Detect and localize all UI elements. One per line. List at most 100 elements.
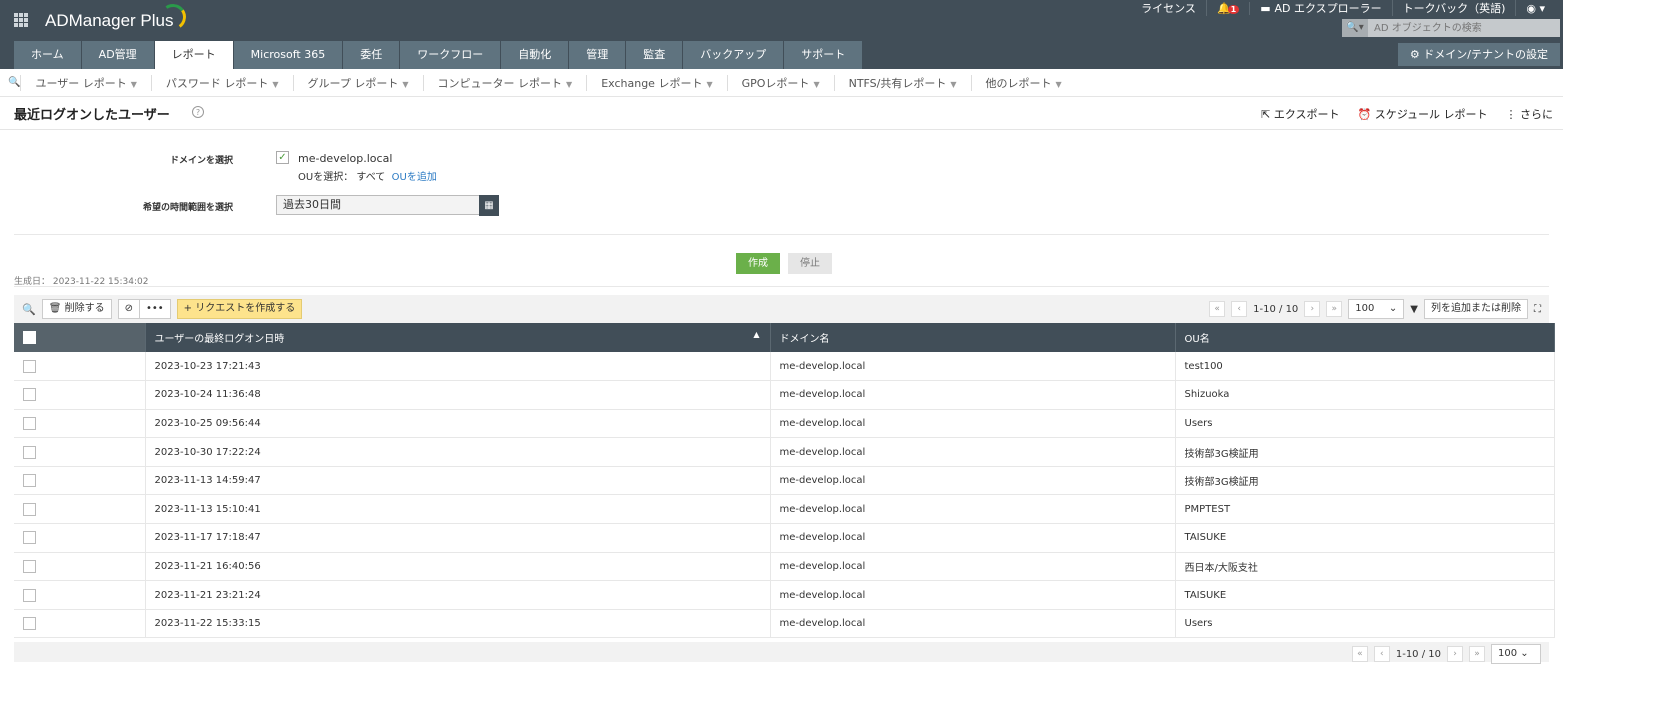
row-checkbox[interactable] bbox=[23, 531, 36, 545]
ad-explorer-label: AD エクスプローラー bbox=[1274, 2, 1382, 15]
row-checkbox[interactable] bbox=[23, 359, 36, 373]
table-cell: me-develop.local bbox=[770, 523, 1176, 553]
table-row[interactable]: 2023-11-21 23:21:24 me-develop.local TAISU… bbox=[14, 580, 1555, 610]
app-grid-icon[interactable] bbox=[14, 13, 28, 27]
last-page-button-bottom[interactable]: » bbox=[1469, 646, 1485, 663]
ad-explorer-link[interactable]: ▬ AD エクスプローラー bbox=[1250, 0, 1393, 16]
filter-icon[interactable]: ▼ bbox=[1410, 304, 1418, 315]
create-request-button[interactable]: + リクエストを作成する bbox=[176, 299, 303, 319]
subnav-item-0[interactable]: ユーザー レポート ▼ bbox=[20, 74, 150, 91]
talkback-link[interactable]: トークバック（英語) bbox=[1393, 0, 1517, 16]
table-row[interactable]: 2023-10-24 11:36:48 me-develop.local Shizu… bbox=[14, 380, 1555, 410]
generate-button[interactable]: 作成 bbox=[736, 253, 780, 274]
row-checkbox[interactable] bbox=[23, 416, 36, 430]
calendar-icon[interactable]: ▦ bbox=[479, 195, 499, 216]
search-input[interactable] bbox=[1368, 19, 1558, 37]
subnav-item-7[interactable]: 他のレポート ▼ bbox=[970, 74, 1076, 91]
tab-6[interactable]: 自動化 bbox=[501, 41, 569, 69]
table-row[interactable]: 2023-10-23 17:21:43 me-develop.local test1… bbox=[14, 352, 1555, 382]
table-search-icon[interactable]: 🔍 bbox=[22, 303, 36, 316]
tab-8[interactable]: 監査 bbox=[626, 41, 683, 69]
table-cell: 2023-11-13 15:10:41 bbox=[145, 494, 771, 525]
row-checkbox[interactable] bbox=[23, 502, 36, 516]
tab-0[interactable]: ホーム bbox=[14, 41, 81, 69]
table-row[interactable]: 2023-11-13 14:59:47 me-develop.local 技術部3G… bbox=[14, 466, 1555, 496]
row-checkbox[interactable] bbox=[23, 388, 36, 402]
tab-2[interactable]: レポート bbox=[154, 41, 233, 69]
tab-10[interactable]: サポート bbox=[784, 41, 863, 69]
subnav-item-5[interactable]: GPOレポート ▼ bbox=[726, 74, 834, 91]
delete-button[interactable]: 🗑 削除する bbox=[41, 299, 112, 319]
more-button[interactable]: ⋮ さらに bbox=[1506, 106, 1554, 122]
table-row[interactable]: 2023-11-13 15:10:41 me-develop.local PMPTE… bbox=[14, 494, 1555, 525]
table-cell: me-develop.local bbox=[770, 466, 1176, 496]
search-icon[interactable]: 🔍▾ bbox=[1342, 19, 1368, 37]
prev-page-button-bottom[interactable]: ‹ bbox=[1373, 646, 1390, 663]
row-checkbox[interactable] bbox=[23, 445, 36, 459]
row-checkbox[interactable] bbox=[23, 474, 36, 488]
top-bar: ADManager Plus ライセンス 🔔1 ▬ AD エクスプローラー トー… bbox=[0, 0, 1563, 69]
domain-settings-button[interactable]: ⚙ ドメイン/テナントの設定 bbox=[1397, 43, 1560, 66]
table-cell: Users bbox=[1175, 409, 1555, 439]
last-page-button[interactable]: » bbox=[1326, 301, 1343, 317]
first-page-button[interactable]: « bbox=[1209, 301, 1226, 317]
table-row[interactable]: 2023-11-17 17:18:47 me-develop.local TAISU… bbox=[14, 523, 1555, 553]
subnav-item-3[interactable]: コンピューター レポート ▼ bbox=[422, 74, 587, 91]
notification-bell[interactable]: 🔔1 bbox=[1207, 1, 1251, 15]
select-all-header bbox=[14, 323, 146, 352]
table-cell: me-develop.local bbox=[770, 352, 1176, 382]
page-size-select[interactable]: 100 ⌄ bbox=[1348, 299, 1405, 319]
schedule-report-button[interactable]: ⏰ スケジュール レポート bbox=[1358, 106, 1488, 122]
row-checkbox[interactable] bbox=[23, 617, 36, 631]
next-page-button[interactable]: › bbox=[1304, 301, 1321, 317]
divider bbox=[14, 286, 1549, 287]
period-input[interactable]: 過去30日間 bbox=[276, 195, 498, 215]
delete-label: 削除する bbox=[64, 303, 105, 314]
subnav-item-1[interactable]: パスワード レポート ▼ bbox=[150, 74, 293, 91]
first-page-button-bottom[interactable]: « bbox=[1351, 646, 1368, 663]
prev-page-button[interactable]: ‹ bbox=[1231, 301, 1248, 317]
table-cell: me-develop.local bbox=[770, 437, 1176, 467]
table-row[interactable]: 2023-11-22 15:33:15 me-develop.local Users bbox=[14, 609, 1555, 639]
help-icon[interactable]: ? bbox=[192, 106, 204, 118]
domain-checkbox[interactable]: ✓ bbox=[276, 151, 289, 164]
tab-7[interactable]: 管理 bbox=[569, 41, 626, 69]
tab-9[interactable]: バックアップ bbox=[683, 41, 784, 69]
add-remove-columns-button[interactable]: 列を追加または削除 bbox=[1424, 299, 1528, 319]
table-row[interactable]: 2023-10-30 17:22:24 me-develop.local 技術部3G… bbox=[14, 437, 1555, 467]
add-ou-link[interactable]: OUを追加 bbox=[392, 172, 437, 183]
stop-button[interactable]: 停止 bbox=[788, 253, 832, 274]
table-cell: me-develop.local bbox=[770, 609, 1176, 639]
license-link[interactable]: ライセンス bbox=[1131, 0, 1207, 16]
tab-1[interactable]: AD管理 bbox=[81, 41, 154, 69]
fullscreen-icon[interactable]: ⛶ bbox=[1534, 304, 1541, 315]
report-search-icon[interactable]: 🔍 bbox=[8, 77, 20, 88]
table-row[interactable]: 2023-10-25 09:56:44 me-develop.local Users bbox=[14, 409, 1555, 439]
select-all-checkbox[interactable] bbox=[23, 331, 36, 344]
more-actions-button[interactable]: ••• bbox=[138, 299, 171, 319]
caret-down-icon: ▼ bbox=[566, 79, 573, 89]
disable-icon[interactable]: ⊘ bbox=[117, 299, 140, 319]
subnav-item-6[interactable]: NTFS/共有レポート ▼ bbox=[833, 74, 971, 91]
tab-3[interactable]: Microsoft 365 bbox=[233, 41, 343, 69]
row-checkbox-cell bbox=[14, 494, 146, 525]
subnav-item-4[interactable]: Exchange レポート ▼ bbox=[586, 74, 726, 91]
generated-date: 生成日： 2023-11-22 15:34:02 bbox=[14, 277, 149, 287]
subnav-item-2[interactable]: グループ レポート ▼ bbox=[292, 74, 423, 91]
caret-down-icon: ▼ bbox=[402, 79, 409, 89]
user-menu[interactable]: ◉ ▾ bbox=[1516, 2, 1555, 15]
tab-4[interactable]: 委任 bbox=[343, 41, 400, 69]
next-page-button-bottom[interactable]: › bbox=[1447, 646, 1463, 663]
page-size-select-bottom[interactable]: 100 ⌄ bbox=[1491, 644, 1541, 665]
export-button[interactable]: ⇱ エクスポート bbox=[1261, 106, 1339, 122]
period-label: 希望の時間範囲を選択 bbox=[142, 203, 233, 213]
column-header-domain[interactable]: ドメイン名 bbox=[770, 323, 1176, 352]
row-checkbox[interactable] bbox=[23, 559, 36, 573]
row-checkbox[interactable] bbox=[23, 588, 36, 602]
table-cell: 技術部3G検証用 bbox=[1175, 466, 1555, 496]
column-header-ou[interactable]: OU名 bbox=[1175, 323, 1555, 352]
sort-asc-icon: ▲ bbox=[753, 330, 760, 339]
tab-5[interactable]: ワークフロー bbox=[400, 41, 501, 69]
column-header-logon-time[interactable]: ユーザーの最終ログオン日時 ▲ bbox=[145, 323, 771, 352]
table-row[interactable]: 2023-11-21 16:40:56 me-develop.local 西日本/大… bbox=[14, 552, 1555, 582]
